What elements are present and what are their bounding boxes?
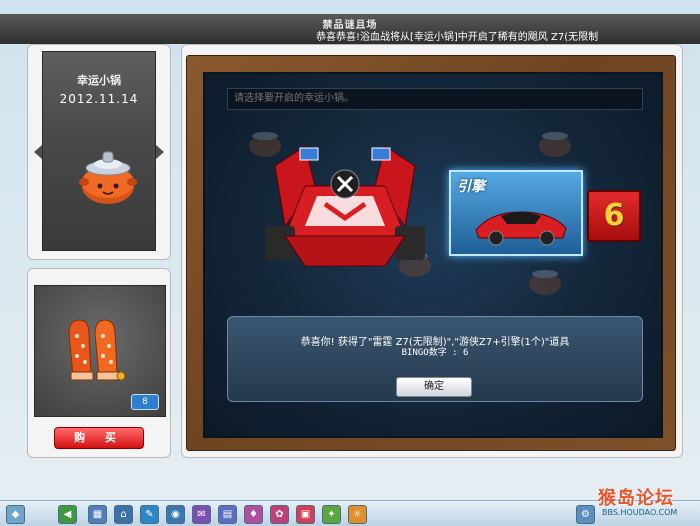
engine-label: 引擎 <box>457 179 485 195</box>
bingo-result-text: BINGO数字 : 6 <box>401 348 469 358</box>
watermark-url: BBS.HOUDAO.COM <box>602 508 678 517</box>
item-name: 幸运小锅 <box>77 74 121 87</box>
pot-select-input[interactable] <box>227 88 643 110</box>
kart-image <box>245 126 445 276</box>
home-icon[interactable]: ◆ <box>6 505 25 524</box>
pot-background-icon <box>539 132 571 157</box>
result-dialog: 恭喜你! 获得了"雷霆 Z7(无限制)","游侠Z7+引擎(1个)"道具 BIN… <box>227 316 643 402</box>
tool-icon[interactable]: ✎ <box>140 505 159 524</box>
camera-icon[interactable]: ◉ <box>166 505 185 524</box>
watermark-text: 猴岛论坛 <box>598 488 674 509</box>
main-panel: 引擎 6 恭喜你! 获得了"雷霆 Z7(无限制)","游侠Z7+引擎(1个)"道… <box>181 44 683 458</box>
photo-icon[interactable]: ☼ <box>348 505 367 524</box>
reveal-screen: 引擎 6 恭喜你! 获得了"雷霆 Z7(无限制)","游侠Z7+引擎(1个)"道… <box>203 72 663 438</box>
calendar-icon[interactable]: ▤ <box>218 505 237 524</box>
mail-icon[interactable]: ✉ <box>192 505 211 524</box>
reward-item-panel: 8 购 买 <box>27 268 171 458</box>
previous-item-arrow-icon[interactable] <box>34 145 42 159</box>
settings-icon[interactable]: ⚙ <box>576 505 595 524</box>
back-icon[interactable]: ◀ <box>58 505 77 524</box>
wood-frame: 引擎 6 恭喜你! 获得了"雷霆 Z7(无限制)","游侠Z7+引擎(1个)"道… <box>186 55 676 451</box>
engine-reward-card: 引擎 <box>449 170 583 256</box>
buy-button[interactable]: 购 买 <box>54 427 144 449</box>
book-icon[interactable]: ▣ <box>296 505 315 524</box>
bingo-number-box: 6 <box>587 190 641 242</box>
next-item-arrow-icon[interactable] <box>156 145 164 159</box>
item-card: 幸运小锅 2012.11.14 <box>42 51 156 251</box>
title-bar: 禁品谜且场 恭喜恭喜!浴血战将从[幸运小锅]中开启了稀有的飓风 Z7(无限制 <box>0 14 700 44</box>
lucky-pot-icon <box>73 142 143 212</box>
game-icon[interactable]: ✦ <box>322 505 341 524</box>
announcement-marquee: 恭喜恭喜!浴血战将从[幸运小锅]中开启了稀有的飓风 Z7(无限制 <box>316 32 599 43</box>
house-icon[interactable]: ⌂ <box>114 505 133 524</box>
confirm-button[interactable]: 确定 <box>396 377 472 397</box>
race-car-icon <box>475 211 567 246</box>
grid-icon[interactable]: ▦ <box>88 505 107 524</box>
taskbar: ◆ ◀ ▦ ⌂ ✎ ◉ ✉ ▤ ♦ ✿ ▣ ✦ ☼ ⚙ <box>0 500 700 526</box>
reward-item-box[interactable]: 8 <box>34 285 166 417</box>
pot-background-icon <box>529 270 561 295</box>
item-count-badge: 8 <box>131 394 159 410</box>
forum-watermark: 猴岛论坛 BBS.HOUDAO.COM <box>598 482 698 522</box>
shop-icon[interactable]: ♦ <box>244 505 263 524</box>
item-selector-panel: 幸运小锅 2012.11.14 <box>27 44 171 260</box>
item-date: 2012.11.14 <box>59 92 139 106</box>
chat-icon[interactable]: ✿ <box>270 505 289 524</box>
